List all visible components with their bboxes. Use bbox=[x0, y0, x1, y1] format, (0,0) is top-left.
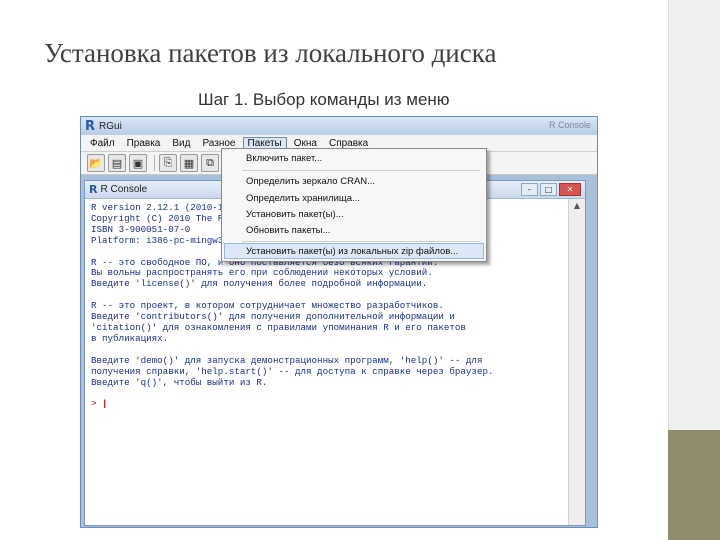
console-line: Введите 'q()', чтобы выйти из R. bbox=[91, 376, 268, 388]
packages-dropdown-menu: Включить пакет... Определить зеркало CRA… bbox=[221, 148, 487, 262]
toolbar-separator bbox=[154, 155, 155, 171]
menu-file[interactable]: Файл bbox=[85, 137, 120, 150]
close-icon[interactable]: ✕ bbox=[559, 183, 581, 196]
menu-item-install-from-zip[interactable]: Установить пакет(ы) из локальных zip фай… bbox=[246, 246, 458, 257]
menu-item-update-packages[interactable]: Обновить пакеты... bbox=[246, 225, 330, 236]
paste-icon[interactable]: ▦ bbox=[180, 154, 198, 172]
menu-item-select-repositories[interactable]: Определить хранилища... bbox=[246, 193, 360, 204]
console-scrollbar[interactable]: ▲ bbox=[568, 199, 585, 525]
slide-title: Установка пакетов из локального диска bbox=[44, 38, 497, 68]
console-prompt-line[interactable]: > | bbox=[91, 398, 563, 410]
menu-edit[interactable]: Правка bbox=[122, 137, 166, 150]
rgui-title: RGui bbox=[99, 120, 122, 132]
console-line: получения справки, 'help.start()' -- для… bbox=[91, 365, 494, 377]
menu-separator bbox=[242, 241, 480, 242]
text-cursor: | bbox=[102, 398, 108, 410]
slide-side-panel bbox=[668, 0, 720, 430]
menu-item-load-package[interactable]: Включить пакет... bbox=[246, 153, 322, 164]
save-workspace-icon[interactable]: ▣ bbox=[129, 154, 147, 172]
console-line: в публикациях. bbox=[91, 332, 169, 344]
slide-accent-bar bbox=[668, 430, 720, 540]
open-script-icon[interactable]: 📂 bbox=[87, 154, 105, 172]
rgui-titlebar[interactable]: R RGui R Console bbox=[81, 117, 597, 135]
copy-icon[interactable]: ⎘ bbox=[159, 154, 177, 172]
window-controls: – □ ✕ bbox=[519, 183, 581, 196]
rgui-title-right: R Console bbox=[548, 120, 591, 130]
console-prompt: > bbox=[91, 398, 97, 410]
r-logo-icon: R bbox=[85, 118, 96, 134]
copy-paste-icon[interactable]: ⧉ bbox=[201, 154, 219, 172]
menu-view[interactable]: Вид bbox=[167, 137, 195, 150]
console-line: Введите 'license()' для получения более … bbox=[91, 278, 428, 290]
scroll-up-icon[interactable]: ▲ bbox=[569, 199, 585, 213]
load-workspace-icon[interactable]: ▤ bbox=[108, 154, 126, 172]
console-line: Введите 'demo()' для запуска демонстраци… bbox=[91, 354, 483, 366]
console-title: R Console bbox=[100, 184, 148, 195]
minimize-icon[interactable]: – bbox=[521, 183, 538, 196]
menu-item-install-packages[interactable]: Установить пакет(ы)... bbox=[246, 209, 344, 220]
menu-separator bbox=[242, 170, 480, 171]
r-console-logo-icon: R bbox=[89, 183, 98, 196]
menu-item-set-cran-mirror[interactable]: Определить зеркало CRAN... bbox=[246, 176, 375, 187]
slide-subtitle: Шаг 1. Выбор команды из меню bbox=[198, 90, 450, 109]
maximize-icon[interactable]: □ bbox=[540, 183, 557, 196]
